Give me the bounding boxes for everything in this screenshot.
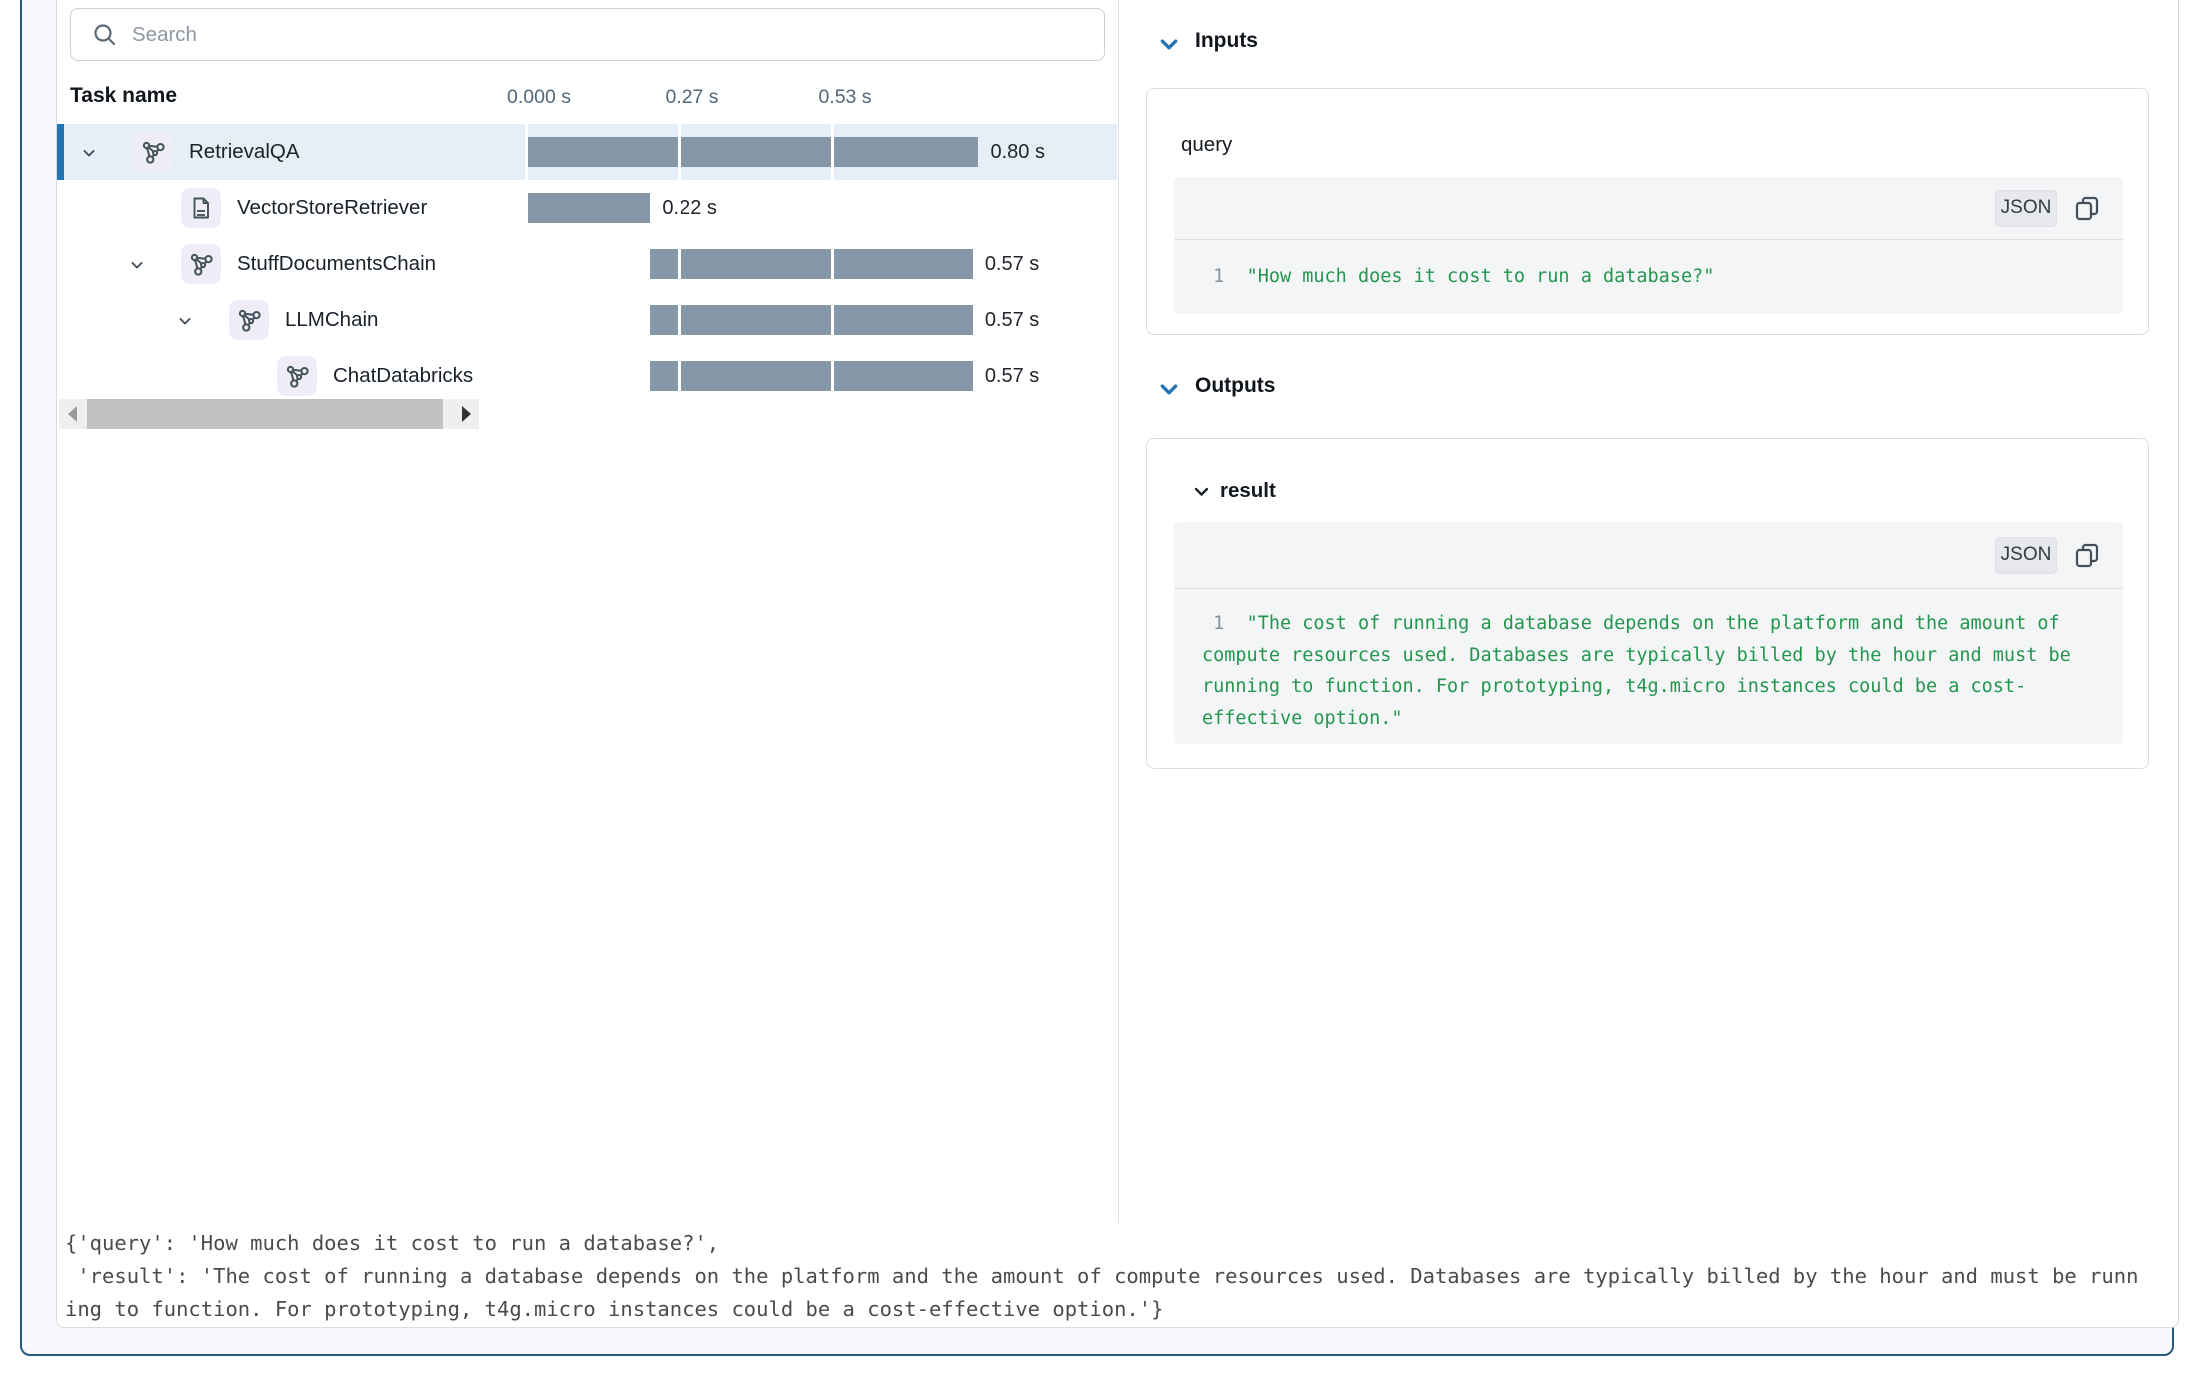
code-line: effective option." (1202, 703, 2103, 735)
duration-label: 0.80 s (990, 124, 1044, 180)
widget-frame: Task name 0.000 s 0.27 s 0.53 s RetrievalQ… (20, 0, 2174, 1356)
arrow-left-icon (68, 406, 77, 422)
arrow-right-icon (462, 406, 471, 422)
timeline-tick-label: 0.000 s (507, 86, 571, 109)
task-row[interactable]: LLMChain 0.57 s (57, 292, 1117, 348)
duration-bar[interactable] (526, 193, 650, 223)
task-name-cell: LLMChain (57, 292, 481, 348)
task-name-label[interactable]: LLMChain (285, 292, 378, 348)
result-field-label[interactable]: result (1220, 479, 1276, 503)
task-name-label[interactable]: ChatDatabricks (333, 348, 473, 404)
timeline-tick-label: 0.53 s (818, 86, 871, 109)
outputs-chevron-down-icon[interactable] (1159, 382, 1179, 398)
duration-bar[interactable] (650, 249, 972, 279)
json-toggle-button[interactable]: JSON (1995, 537, 2057, 574)
task-row[interactable]: StuffDocumentsChain 0.57 s (57, 236, 1117, 292)
task-row[interactable]: RetrievalQA 0.80 s (57, 124, 1117, 180)
scroll-left-button[interactable] (59, 399, 85, 429)
result-chevron-down-icon[interactable] (1194, 486, 1209, 498)
document-icon (181, 188, 221, 228)
horizontal-scrollbar[interactable] (59, 399, 479, 429)
task-row[interactable]: VectorStoreRetriever 0.22 s (57, 180, 1117, 236)
raw-output-line: {'query': 'How much does it cost to run … (65, 1227, 2138, 1260)
duration-label: 0.57 s (985, 236, 1039, 292)
inputs-panel: query JSON 1 "How much does it cost to r… (1146, 88, 2149, 335)
duration-bar[interactable] (526, 137, 978, 167)
search-box[interactable] (70, 8, 1105, 61)
search-input[interactable] (132, 23, 1104, 47)
outputs-code-block: JSON 1 "The cost of running a database d… (1174, 522, 2123, 744)
chain-icon (229, 300, 269, 340)
line-number: 1 (1202, 613, 1247, 634)
inputs-chevron-down-icon[interactable] (1159, 37, 1179, 53)
chevron-down-icon[interactable] (129, 257, 145, 273)
chain-icon (277, 356, 317, 396)
task-name-cell: ChatDatabricks (57, 348, 481, 404)
pane-divider[interactable] (1118, 0, 1119, 1223)
code-line: running to function. For prototyping, t4… (1202, 671, 2103, 703)
scroll-right-button[interactable] (453, 399, 479, 429)
duration-label: 0.22 s (662, 180, 716, 236)
task-name-label[interactable]: VectorStoreRetriever (237, 180, 427, 236)
outputs-section-title[interactable]: Outputs (1195, 374, 1275, 398)
copy-icon[interactable] (2072, 540, 2102, 570)
duration-bar[interactable] (650, 361, 972, 391)
task-name-cell: VectorStoreRetriever (57, 180, 481, 236)
task-name-cell: StuffDocumentsChain (57, 236, 481, 292)
task-name-cell: RetrievalQA (57, 124, 481, 180)
duration-label: 0.57 s (985, 292, 1039, 348)
task-name-header: Task name (70, 84, 177, 108)
search-icon (92, 22, 118, 48)
raw-output-line: ing to function. For prototyping, t4g.mi… (65, 1293, 2138, 1326)
chain-icon (133, 132, 173, 172)
inputs-code-block: JSON 1 "How much does it cost to run a d… (1174, 177, 2123, 314)
copy-icon[interactable] (2072, 193, 2102, 223)
chain-icon (181, 244, 221, 284)
input-field-label: query (1181, 133, 1232, 157)
code-line: compute resources used. Databases are ty… (1202, 640, 2103, 672)
task-row[interactable]: ChatDatabricks 0.57 s (57, 348, 1117, 404)
chevron-down-icon[interactable] (177, 313, 193, 329)
outputs-panel: result JSON 1 "The cost of running a dat… (1146, 438, 2149, 769)
line-number: 1 (1202, 266, 1247, 287)
inputs-section-title[interactable]: Inputs (1195, 29, 1258, 53)
task-name-label[interactable]: StuffDocumentsChain (237, 236, 436, 292)
json-toggle-button[interactable]: JSON (1995, 190, 2057, 227)
raw-output-line: 'result': 'The cost of running a databas… (65, 1260, 2138, 1293)
task-name-label[interactable]: RetrievalQA (189, 124, 300, 180)
timeline-tick-label: 0.27 s (665, 86, 718, 109)
scrollbar-thumb[interactable] (87, 399, 443, 429)
chevron-down-icon[interactable] (81, 145, 97, 161)
code-line: 1 "How much does it cost to run a databa… (1202, 261, 2103, 293)
duration-label: 0.57 s (985, 348, 1039, 404)
raw-output-text: {'query': 'How much does it cost to run … (65, 1227, 2138, 1326)
duration-bar[interactable] (650, 305, 972, 335)
output-card: Task name 0.000 s 0.27 s 0.53 s RetrievalQ… (56, 0, 2179, 1328)
code-line: 1 "The cost of running a database depend… (1202, 608, 2103, 640)
